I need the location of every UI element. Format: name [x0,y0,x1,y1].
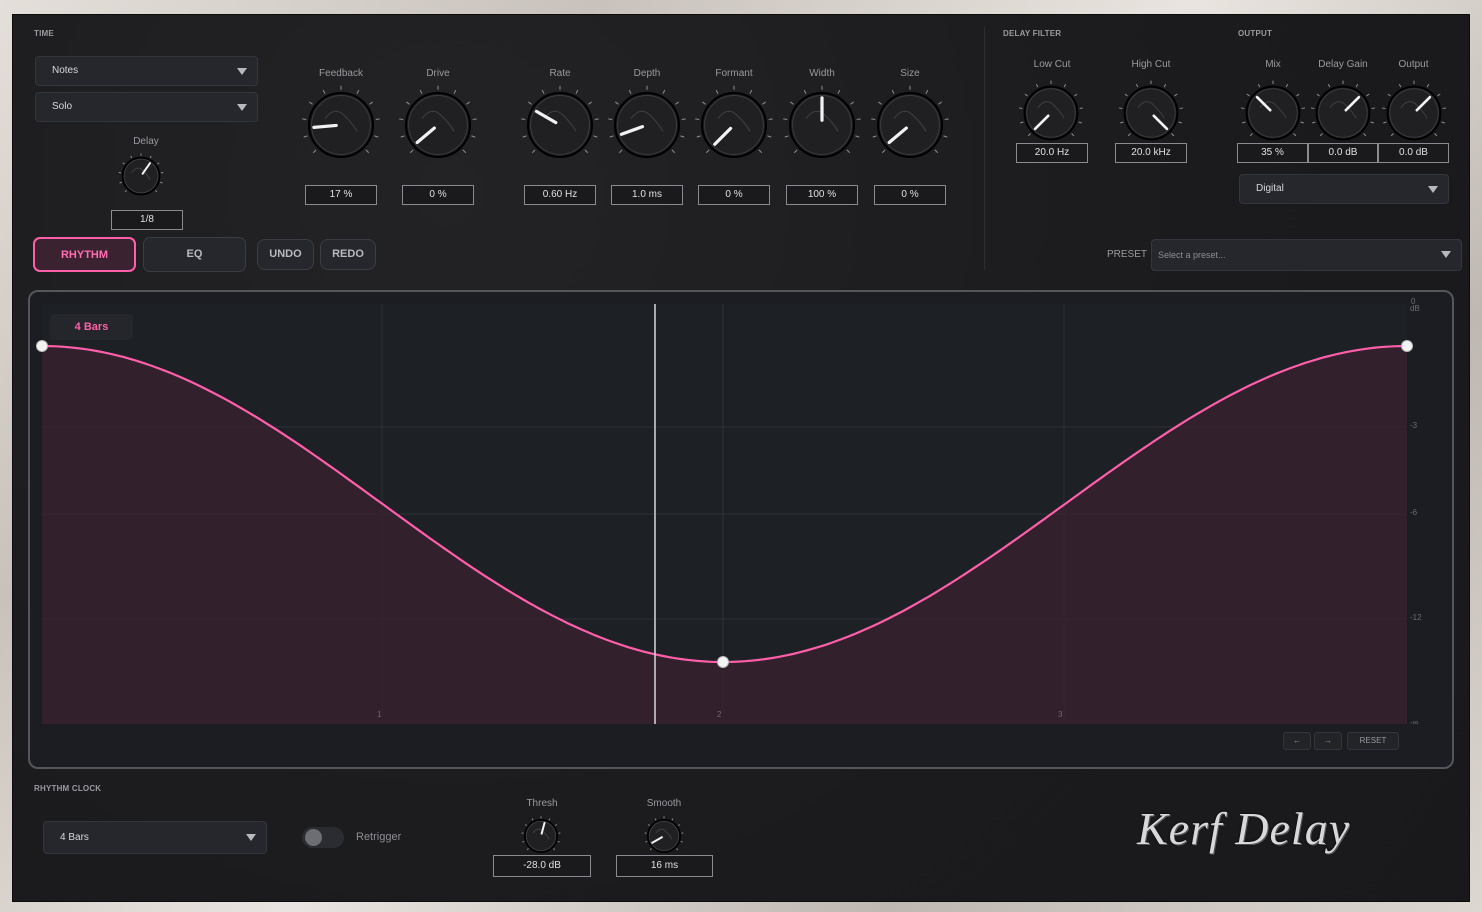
redo-button[interactable]: REDO [320,239,376,270]
high-cut-knob[interactable] [1118,80,1184,146]
section-rhythm-clock: RHYTHM CLOCK [34,784,102,793]
db-tick: -6 [1410,508,1418,517]
rate-knob[interactable] [520,85,600,165]
high-cut-value[interactable]: 20.0 kHz [1115,143,1187,163]
preset-placeholder: Select a preset... [1158,250,1226,260]
preset-label: PRESET [1107,249,1148,260]
smooth-label: Smooth [646,798,682,809]
arrow-left-icon: ← [1293,736,1301,745]
rhythm-length-value: 4 Bars [60,832,89,843]
chevron-down-icon [1441,251,1451,258]
section-time: TIME [34,29,54,38]
low-cut-value[interactable]: 20.0 Hz [1016,143,1088,163]
high-cut-label: High Cut [1131,59,1171,70]
rate-label: Rate [549,68,571,79]
section-output: OUTPUT [1238,29,1273,38]
size-knob[interactable] [870,85,950,165]
delay-value[interactable]: 1/8 [111,210,183,230]
width-knob[interactable] [782,85,862,165]
rhythm-curve-canvas[interactable] [30,292,1452,767]
length-badge: 4 Bars [50,314,133,340]
drive-label: Drive [426,68,450,79]
db-axis-unit: dB [1410,304,1420,313]
thresh-label: Thresh [526,798,558,809]
delay-gain-value[interactable]: 0.0 dB [1308,143,1378,163]
mix-value[interactable]: 35 % [1237,143,1308,163]
chevron-down-icon [1428,186,1438,193]
output-knob[interactable] [1381,80,1447,146]
rhythm-length-dropdown[interactable]: 4 Bars [43,821,267,854]
bar-tick: 3 [1058,710,1063,719]
output-mode-dropdown[interactable]: Digital [1239,174,1449,204]
depth-value[interactable]: 1.0 ms [611,185,683,205]
time-mode-dropdown[interactable]: Notes [35,56,258,86]
chevron-down-icon [237,104,247,111]
formant-value[interactable]: 0 % [698,185,770,205]
mix-label: Mix [1265,59,1281,70]
width-label: Width [809,68,835,79]
brand-logo: Kerf Delay [1137,803,1351,854]
shift-right-button[interactable]: → [1314,732,1342,750]
delay-label: Delay [133,136,159,147]
bar-tick: 2 [717,710,722,719]
tab-eq[interactable]: EQ [143,237,246,272]
time-sync-dropdown[interactable]: Solo [35,92,258,122]
drive-knob[interactable] [398,85,478,165]
delay-knob[interactable] [118,153,164,199]
divider [984,27,985,270]
retrigger-label: Retrigger [356,831,402,843]
size-value[interactable]: 0 % [874,185,946,205]
undo-button[interactable]: UNDO [257,239,314,270]
size-label: Size [900,68,920,79]
rhythm-graph[interactable]: 4 Bars 0 dB -3 -6 -12 -∞ 1 2 3 ← → RESET [28,290,1454,769]
low-cut-label: Low Cut [1033,59,1071,70]
output-mode-value: Digital [1256,183,1284,194]
time-mode-value: Notes [52,65,79,76]
smooth-value[interactable]: 16 ms [616,855,713,877]
retrigger-toggle[interactable] [302,827,344,848]
chevron-down-icon [246,834,256,841]
drive-value[interactable]: 0 % [402,185,474,205]
toggle-thumb [305,829,322,846]
output-value[interactable]: 0.0 dB [1378,143,1449,163]
shift-left-button[interactable]: ← [1283,732,1311,750]
thresh-knob[interactable] [521,816,561,856]
bar-tick: 1 [377,710,382,719]
depth-label: Depth [633,68,661,79]
low-cut-knob[interactable] [1018,80,1084,146]
db-tick: -3 [1410,421,1418,430]
section-delay-filter: DELAY FILTER [1003,29,1062,38]
reset-button[interactable]: RESET [1347,732,1399,750]
feedback-knob[interactable] [301,85,381,165]
tab-rhythm[interactable]: RHYTHM [33,237,136,272]
feedback-label: Feedback [319,68,363,79]
depth-knob[interactable] [607,85,687,165]
output-label: Output [1398,59,1429,70]
smooth-knob[interactable] [644,816,684,856]
formant-knob[interactable] [694,85,774,165]
formant-label: Formant [715,68,753,79]
arrow-right-icon: → [1324,736,1332,745]
chevron-down-icon [237,68,247,75]
width-value[interactable]: 100 % [786,185,858,205]
db-tick: -12 [1410,613,1422,622]
preset-dropdown[interactable]: Select a preset... [1151,239,1462,271]
rate-value[interactable]: 0.60 Hz [524,185,596,205]
thresh-value[interactable]: -28.0 dB [493,855,591,877]
db-tick: -∞ [1410,718,1419,727]
mix-knob[interactable] [1240,80,1306,146]
feedback-value[interactable]: 17 % [305,185,377,205]
delay-gain-knob[interactable] [1310,80,1376,146]
delay-gain-label: Delay Gain [1318,59,1368,70]
time-sync-value: Solo [52,101,73,112]
